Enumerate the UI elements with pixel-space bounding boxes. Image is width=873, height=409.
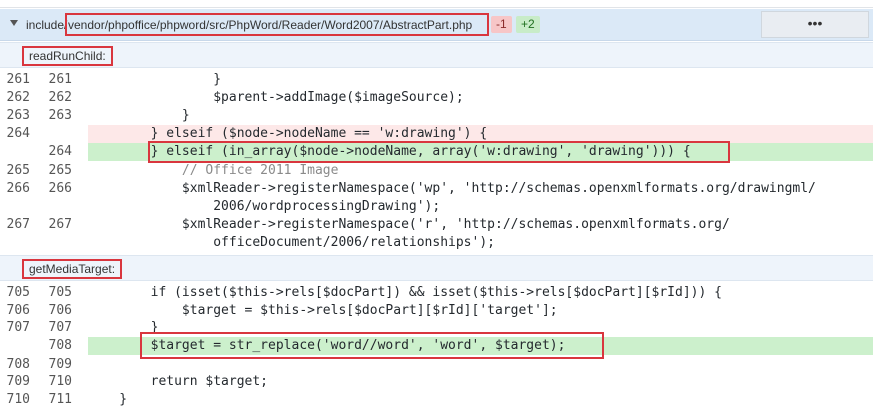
- code-line: }: [88, 392, 128, 407]
- new-line-number: 707: [48, 320, 72, 335]
- code-line: }: [88, 72, 222, 87]
- old-line-number: 267: [6, 217, 30, 232]
- file-header: include/ vendor/phpoffice/phpword/src/Ph…: [0, 9, 873, 41]
- diff-row-deleted: 264 } elseif ($node->nodeName == 'w:draw…: [0, 125, 873, 143]
- diff-row: 262 262 $parent->addImage($imageSource);: [0, 89, 873, 107]
- new-line-number: 710: [48, 374, 72, 389]
- code-line: } elseif (in_array($node->nodeName, arra…: [88, 144, 691, 159]
- new-line-number: 708: [48, 338, 72, 353]
- diff-row-continuation: 2006/wordprocessingDrawing');: [0, 198, 873, 216]
- new-line-number: 261: [48, 72, 72, 87]
- old-line-number: 710: [6, 392, 30, 407]
- old-line-number: 706: [6, 303, 30, 318]
- diff-row: 267 267 $xmlReader->registerNamespace('r…: [0, 216, 873, 234]
- old-line-number: 264: [6, 126, 30, 141]
- diff-row: 707 707 }: [0, 319, 873, 337]
- code-line: officeDocument/2006/relationships');: [88, 235, 495, 250]
- file-path-prefix: include/: [26, 18, 68, 32]
- old-line-number: 707: [6, 320, 30, 335]
- old-line-number: 705: [6, 285, 30, 300]
- code-line: } elseif ($node->nodeName == 'w:drawing'…: [88, 126, 488, 141]
- code-line: $xmlReader->registerNamespace('r', 'http…: [88, 217, 730, 232]
- code-line: // Office 2011 Image: [88, 163, 339, 178]
- new-line-number: 705: [48, 285, 72, 300]
- old-line-number: 709: [6, 374, 30, 389]
- diff-row: 705 705 if (isset($this->rels[$docPart])…: [0, 284, 873, 302]
- hunk-function-label: getMediaTarget:: [22, 259, 123, 279]
- deletions-badge: -1: [491, 16, 512, 33]
- new-line-number: 264: [48, 144, 72, 159]
- diff-row: 261 261 }: [0, 71, 873, 89]
- new-line-number: 265: [48, 163, 72, 178]
- code-line: $parent->addImage($imageSource);: [88, 90, 464, 105]
- new-line-number: 267: [48, 217, 72, 232]
- code-line: $xmlReader->registerNamespace('wp', 'htt…: [88, 181, 816, 196]
- code-line: $target = str_replace('word//word', 'wor…: [88, 338, 566, 353]
- hunk-header: readRunChild:: [0, 42, 873, 68]
- code-line: }: [88, 320, 159, 335]
- diff-row-added: 264 } elseif (in_array($node->nodeName, …: [0, 143, 873, 161]
- diff-row: 709 710 return $target;: [0, 373, 873, 391]
- new-line-number: 266: [48, 181, 72, 196]
- diff-row: 708 709: [0, 356, 873, 374]
- collapse-triangle-icon[interactable]: [10, 20, 18, 26]
- code-line: }: [88, 108, 190, 123]
- code-line: if (isset($this->rels[$docPart]) && isse…: [88, 285, 722, 300]
- old-line-number: 261: [6, 72, 30, 87]
- hunk-function-label: readRunChild:: [22, 46, 113, 66]
- top-strip: [0, 0, 873, 8]
- diff-row: 706 706 $target = $this->rels[$docPart][…: [0, 302, 873, 320]
- new-line-number: 262: [48, 90, 72, 105]
- code-line: $target = $this->rels[$docPart][$rId]['t…: [88, 303, 558, 318]
- diff-row: 263 263 }: [0, 107, 873, 125]
- new-line-number: 711: [48, 392, 72, 407]
- old-line-number: 263: [6, 108, 30, 123]
- old-line-number: 266: [6, 181, 30, 196]
- diff-row: 710 711 }: [0, 391, 873, 409]
- hunk-header: getMediaTarget:: [0, 255, 873, 281]
- new-line-number: 709: [48, 357, 72, 372]
- more-options-button[interactable]: •••: [761, 11, 869, 38]
- diff-row: 265 265 // Office 2011 Image: [0, 162, 873, 180]
- diff-row-added: 708 $target = str_replace('word//word', …: [0, 337, 873, 355]
- code-line: return $target;: [88, 374, 269, 389]
- code-line: 2006/wordprocessingDrawing');: [88, 199, 441, 214]
- old-line-number: 708: [6, 357, 30, 372]
- new-line-number: 706: [48, 303, 72, 318]
- new-line-number: 263: [48, 108, 72, 123]
- diff-row: 266 266 $xmlReader->registerNamespace('w…: [0, 180, 873, 198]
- old-line-number: 262: [6, 90, 30, 105]
- old-line-number: 265: [6, 163, 30, 178]
- file-path-highlight-box: [65, 13, 489, 36]
- diff-row-continuation: officeDocument/2006/relationships');: [0, 234, 873, 252]
- additions-badge: +2: [516, 16, 540, 33]
